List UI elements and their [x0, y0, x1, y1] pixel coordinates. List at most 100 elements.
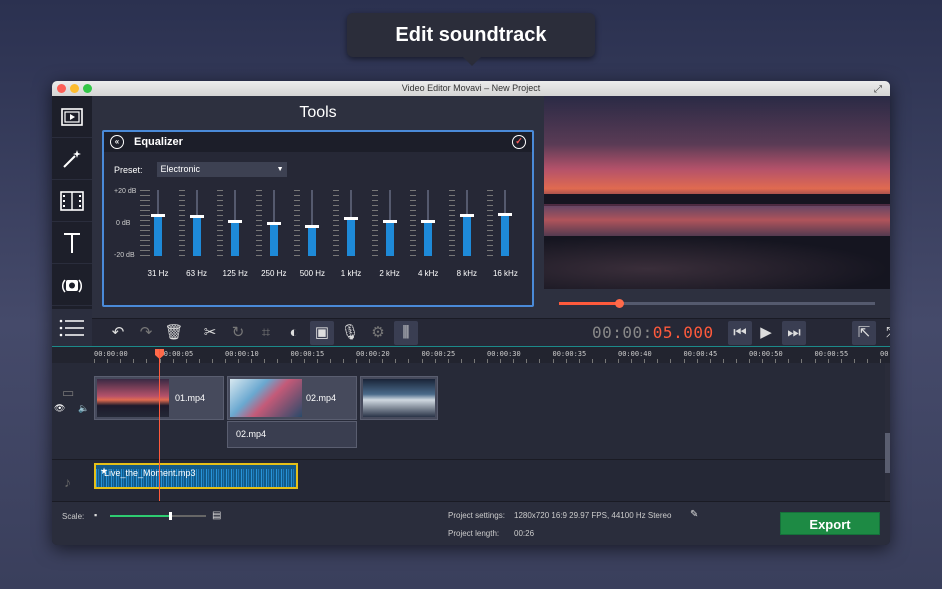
image-button[interactable]: ▣ [310, 321, 334, 345]
video-track-icon: ▭ [62, 385, 75, 400]
eq-band-slider[interactable] [495, 190, 515, 256]
eq-band-slider[interactable] [264, 190, 284, 256]
pencil-icon[interactable]: ✎ [690, 509, 698, 520]
list-icon [59, 319, 84, 336]
eq-band-handle[interactable] [498, 213, 513, 216]
zoom-out-icon[interactable]: ▪ [94, 510, 97, 520]
sidebar-item-filters[interactable] [52, 138, 92, 180]
scrollbar-thumb[interactable] [885, 433, 890, 473]
next-button[interactable]: ⏭ [782, 321, 806, 345]
timeline-scrollbar[interactable] [885, 363, 890, 501]
film-icon [61, 107, 83, 126]
eq-band-slider[interactable] [457, 190, 477, 256]
eq-band-label: 125 Hz [222, 269, 248, 278]
previous-button[interactable]: ⏮ [728, 321, 752, 345]
sidebar-item-transitions[interactable] [52, 180, 92, 222]
eq-band-slider[interactable] [302, 190, 322, 256]
eq-band-slider[interactable] [187, 190, 207, 256]
fullscreen-icon[interactable]: ⤢ [874, 82, 882, 97]
rotate-icon: ↻ [231, 324, 245, 341]
close-window-button[interactable] [57, 84, 66, 93]
color-adjust-button[interactable]: ◐ [282, 321, 306, 345]
equalizer-panel: « Equalizer ✓ Preset: Electronic ▼ +20 d… [102, 130, 534, 307]
playback-progress-handle[interactable] [615, 299, 625, 308]
eq-band-fill [501, 214, 510, 256]
split-button[interactable]: ✂ [198, 321, 222, 345]
preset-row: Preset: Electronic ▼ [114, 162, 287, 177]
eq-band-slider[interactable] [148, 190, 168, 256]
timeline-clip[interactable]: 02.mp4 [227, 376, 357, 420]
eq-band-label: 2 kHz [379, 269, 400, 278]
export-button[interactable]: Export [780, 512, 880, 535]
eq-band-label: 8 kHz [456, 269, 478, 278]
eq-band-handle[interactable] [421, 220, 436, 223]
rotate-button[interactable]: ↻ [226, 321, 250, 345]
eq-band-label: 250 Hz [261, 269, 287, 278]
ruler-tick-label: 00:00:30 [487, 350, 521, 358]
scale-slider[interactable] [110, 512, 206, 520]
overlay-clip[interactable]: 02.mp4 [227, 421, 357, 448]
minimize-window-button[interactable] [70, 84, 79, 93]
speaker-icon[interactable]: 🔈 [78, 403, 89, 414]
preset-dropdown[interactable]: Electronic ▼ [156, 162, 287, 177]
sidebar-item-record[interactable] [52, 264, 92, 306]
eq-band-handle[interactable] [382, 220, 397, 223]
ruler-tick-label: 00:00:55 [814, 350, 849, 358]
playback-progress-bar[interactable] [559, 299, 875, 308]
zoom-window-button[interactable] [83, 84, 92, 93]
eq-band-handle[interactable] [189, 215, 204, 218]
timecode-current: 05.000 [652, 323, 714, 342]
eq-band-slider[interactable] [225, 190, 245, 256]
voiceover-button[interactable]: 🎙 [338, 321, 362, 345]
window-title: Video Editor Movavi – New Project [401, 83, 541, 93]
sidebar-item-more-tools[interactable] [52, 309, 92, 346]
back-icon[interactable]: « [110, 135, 124, 149]
audio-clip-selected[interactable]: ★ Live_the_Moment.mp3 [94, 463, 298, 489]
eq-band-fill [424, 221, 433, 256]
eq-band-fill [385, 221, 394, 256]
timeline-ruler[interactable]: 00:00:00 00:00:05 00:00:10 00:00:15 00:00:20… [52, 346, 890, 363]
eq-band-slider[interactable] [418, 190, 438, 256]
eq-band-handle[interactable] [228, 220, 243, 223]
preset-value: Electronic [160, 164, 201, 174]
video-track: ▭ 👁 🔈 01.mp4 02.mp4 02.mp4 [52, 363, 885, 460]
eq-band-handle[interactable] [459, 214, 474, 217]
apply-check-icon[interactable]: ✓ [512, 135, 526, 149]
delete-button[interactable]: 🗑 [162, 321, 186, 345]
playhead[interactable] [159, 349, 160, 501]
app-window: Video Editor Movavi – New Project ⤢ Tool… [52, 81, 890, 545]
eq-band-slider[interactable] [341, 190, 361, 256]
settings-button[interactable]: ⚙ [366, 321, 390, 345]
crop-button[interactable]: ⌗ [254, 321, 278, 345]
eq-band-handle[interactable] [151, 214, 165, 217]
zoom-in-icon[interactable]: ▤ [212, 510, 221, 521]
sidebar-item-titles[interactable] [52, 222, 92, 264]
redo-button[interactable]: ↷ [134, 321, 158, 345]
eye-icon[interactable]: 👁 [54, 403, 65, 414]
clip-name: 02.mp4 [306, 393, 337, 403]
preset-label: Preset: [114, 164, 143, 175]
equalizer-button[interactable]: ⫼ [394, 321, 418, 345]
status-bar: Scale: ▪ ▤ Project settings: 1280x720 16… [52, 501, 890, 545]
callout-banner: Edit soundtrack [347, 13, 595, 57]
eq-band-handle[interactable] [266, 222, 281, 225]
play-button[interactable]: ▶ [754, 321, 778, 345]
eq-band-label: 63 Hz [186, 269, 208, 278]
eq-band-ticks [371, 190, 378, 256]
timecode-dim: 00:00: [592, 323, 653, 342]
sidebar-item-import[interactable] [52, 96, 92, 138]
eq-band-label: 500 Hz [299, 269, 326, 278]
eq-band-handle[interactable] [305, 225, 320, 228]
eq-band-ticks [140, 190, 146, 256]
fullscreen-button[interactable]: ⤧ [880, 321, 890, 345]
timeline-clip[interactable] [360, 376, 438, 420]
ruler-tick-label: 00:00:25 [421, 350, 456, 358]
title-bar: Video Editor Movavi – New Project ⤢ [52, 81, 890, 96]
scale-slider-handle[interactable] [168, 512, 172, 520]
eq-band-handle[interactable] [344, 217, 358, 220]
detach-preview-button[interactable]: ⇱ [852, 321, 876, 345]
video-preview[interactable] [544, 96, 890, 289]
skip-forward-icon: ⏭ [787, 324, 801, 341]
eq-band-slider[interactable] [380, 190, 400, 256]
undo-button[interactable]: ↶ [106, 321, 130, 345]
